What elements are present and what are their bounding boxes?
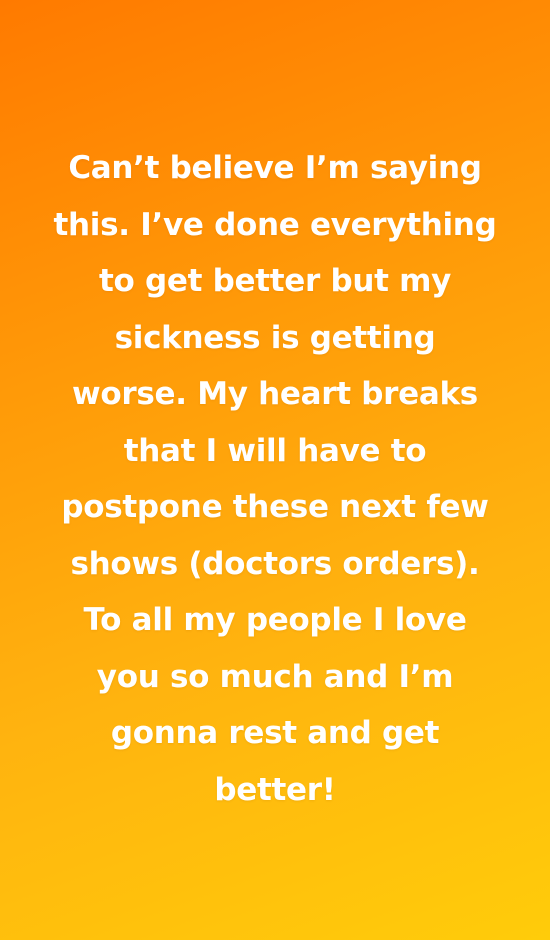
story-message: Can’t believe I’m saying this. I’ve done… — [0, 140, 550, 818]
story-text-line: Can’t believe I’m saying — [68, 150, 482, 186]
story-text-line: shows (doctors orders). — [70, 545, 480, 582]
story-text-line: gonna rest and get — [110, 715, 440, 751]
story-text-line: sickness is getting — [114, 319, 436, 356]
story-text-line: postpone these next few — [61, 489, 489, 525]
story-text-line: you so much and I’m — [96, 658, 454, 695]
story-text-line: better! — [214, 771, 336, 808]
story-text-line: worse. My heart breaks — [72, 376, 478, 412]
story-text-line: to get better but my — [98, 263, 452, 299]
story-text-line: that I will have to — [123, 432, 427, 469]
story-screen: Can’t believe I’m saying this. I’ve done… — [0, 0, 550, 940]
story-text-line: this. I’ve done everything — [53, 206, 497, 243]
story-text-line: To all my people I love — [83, 602, 467, 638]
